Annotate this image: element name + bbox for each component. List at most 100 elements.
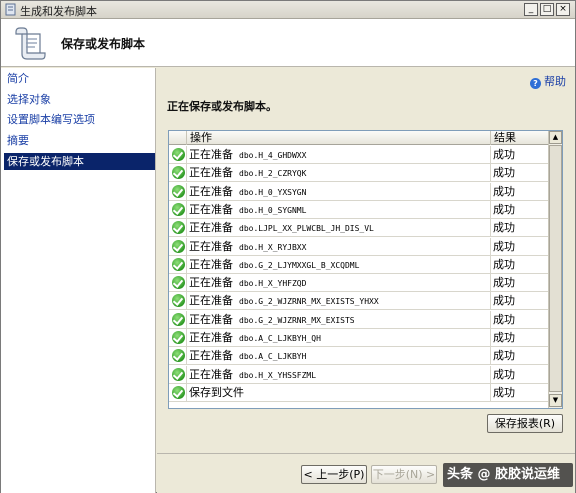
row-status-cell — [169, 310, 187, 329]
row-status-cell — [169, 200, 187, 219]
row-action-cell: 正在准备 dbo.H_X_RYJBXX — [187, 237, 491, 256]
row-action-label: 正在准备 — [189, 221, 233, 235]
row-action-label: 正在准备 — [189, 202, 233, 216]
row-result-cell: 成功 — [491, 255, 549, 274]
script-icon — [5, 3, 16, 16]
row-result-cell: 成功 — [491, 347, 549, 366]
row-object-name: dbo.H_X_YHSSFZML — [239, 370, 317, 380]
row-object-name: dbo.H_2_CZRYQK — [239, 169, 307, 179]
table-row[interactable]: 正在准备 dbo.G_2_WJZRNR_MX_EXISTS 成功 — [169, 310, 549, 329]
table-row[interactable]: 正在准备 dbo.H_X_YHFZQD 成功 — [169, 274, 549, 293]
row-action-cell: 正在准备 dbo.H_2_CZRYQK — [187, 164, 491, 183]
row-result-cell: 成功 — [491, 200, 549, 219]
row-action-cell: 正在准备 dbo.H_X_YHFZQD — [187, 274, 491, 293]
success-check-icon — [172, 276, 185, 290]
success-check-icon — [172, 221, 185, 235]
maximize-button[interactable]: □ — [540, 3, 554, 16]
save-report-button[interactable]: 保存报表(R) — [487, 414, 563, 433]
row-result-cell: 成功 — [491, 164, 549, 183]
dialog-window: 生成和发布脚本 _ □ × 保存或发布脚本 简介 选择对象 设置脚本编写选项 摘… — [0, 0, 576, 493]
row-status-cell — [169, 219, 187, 238]
row-action-label: 正在准备 — [189, 148, 233, 161]
row-action-cell: 正在准备 dbo.G_2_WJZRNR_MX_EXISTS — [187, 310, 491, 329]
row-object-name: dbo.G_2_WJZRNR_MX_EXISTS — [239, 315, 355, 325]
row-result-cell: 成功 — [491, 182, 549, 201]
scroll-up-arrow-icon[interactable]: ▲ — [549, 131, 562, 144]
row-action-label: 正在准备 — [189, 367, 233, 381]
row-result-cell: 成功 — [491, 383, 549, 402]
table-row[interactable]: 正在准备 dbo.A_C_LJKBYH_QH 成功 — [169, 329, 549, 347]
scroll-down-arrow-icon[interactable]: ▼ — [549, 394, 562, 407]
success-check-icon — [172, 166, 185, 180]
row-action-label: 正在准备 — [189, 276, 233, 290]
page-title: 保存或发布脚本 — [61, 37, 146, 51]
minimize-button[interactable]: _ — [524, 3, 538, 16]
row-status-cell — [169, 164, 187, 183]
help-link[interactable]: ? 帮助 — [530, 73, 566, 89]
success-check-icon — [172, 257, 185, 271]
row-action-cell: 正在准备 dbo.H_4_GHDWXX — [187, 146, 491, 164]
close-button[interactable]: × — [556, 3, 570, 16]
table-row[interactable]: 正在准备 dbo.A_C_LJKBYH 成功 — [169, 347, 549, 366]
row-result-cell: 成功 — [491, 329, 549, 347]
success-check-icon — [172, 331, 185, 344]
grid-header: 操作 结果 — [169, 131, 549, 145]
previous-button[interactable]: < 上一步(P) — [301, 465, 367, 484]
row-status-cell — [169, 255, 187, 274]
row-action-cell: 保存到文件 — [187, 383, 491, 402]
row-action-label: 正在准备 — [189, 331, 233, 344]
row-action-label: 正在准备 — [189, 166, 233, 180]
table-row[interactable]: 正在准备 dbo.G_2_LJYMXXGL_B_XCQDML 成功 — [169, 255, 549, 274]
scroll-thumb[interactable] — [549, 145, 562, 392]
next-button[interactable]: 下一步(N) > — [371, 465, 437, 484]
row-action-label: 正在准备 — [189, 312, 233, 326]
watermark: 头条 @ 胶胶说运维 — [443, 463, 573, 487]
sidebar-item-scripting-options[interactable]: 设置脚本编写选项 — [4, 111, 155, 128]
table-row[interactable]: 正在准备 dbo.H_2_CZRYQK 成功 — [169, 164, 549, 183]
column-header-result[interactable]: 结果 — [491, 131, 549, 145]
success-check-icon — [172, 385, 185, 399]
success-check-icon — [172, 202, 185, 216]
row-status-cell — [169, 182, 187, 201]
window-title: 生成和发布脚本 — [20, 5, 97, 18]
row-action-label: 正在准备 — [189, 294, 233, 308]
page-header: 保存或发布脚本 — [1, 19, 575, 67]
grid-scrollbar[interactable]: ▲ ▼ — [548, 131, 562, 408]
row-result-cell: 成功 — [491, 146, 549, 164]
row-status-cell — [169, 237, 187, 256]
sidebar-item-save-publish[interactable]: 保存或发布脚本 — [4, 153, 155, 170]
row-status-cell — [169, 383, 187, 402]
title-bar[interactable]: 生成和发布脚本 _ □ × — [1, 1, 575, 19]
row-result-cell: 成功 — [491, 365, 549, 384]
row-object-name: dbo.H_0_SYGNML — [239, 205, 307, 215]
sidebar-item-choose-objects[interactable]: 选择对象 — [4, 91, 155, 108]
table-row[interactable]: 正在准备 dbo.H_X_RYJBXX 成功 — [169, 237, 549, 256]
row-object-name: dbo.A_C_LJKBYH_QH — [239, 334, 321, 343]
table-row[interactable]: 正在准备 dbo.G_2_WJZRNR_MX_EXISTS_YHXX 成功 — [169, 292, 549, 311]
row-object-name: dbo.G_2_WJZRNR_MX_EXISTS_YHXX — [239, 297, 379, 307]
row-object-name: dbo.H_4_GHDWXX — [239, 151, 307, 160]
sidebar-item-intro[interactable]: 简介 — [4, 70, 155, 87]
row-status-cell — [169, 146, 187, 164]
table-row[interactable]: 正在准备 dbo.H_X_YHSSFZML 成功 — [169, 365, 549, 384]
table-row[interactable]: 正在准备 dbo.LJPL_XX_PLWCBL_JH_DIS_VL 成功 — [169, 219, 549, 238]
column-header-action[interactable]: 操作 — [187, 131, 491, 145]
row-status-cell — [169, 347, 187, 366]
sidebar-item-summary[interactable]: 摘要 — [4, 132, 155, 149]
row-object-name: dbo.G_2_LJYMXXGL_B_XCQDML — [239, 260, 360, 270]
table-row[interactable]: 保存到文件 成功 — [169, 383, 549, 402]
row-result-cell: 成功 — [491, 310, 549, 329]
row-object-name: dbo.A_C_LJKBYH — [239, 352, 307, 362]
success-check-icon — [172, 184, 185, 198]
row-result-cell: 成功 — [491, 292, 549, 311]
row-action-cell: 正在准备 dbo.H_0_YXSYGN — [187, 182, 491, 201]
success-check-icon — [172, 294, 185, 308]
success-check-icon — [172, 239, 185, 253]
table-row[interactable]: 正在准备 dbo.H_0_SYGNML 成功 — [169, 200, 549, 219]
table-row[interactable]: 正在准备 dbo.H_0_YXSYGN 成功 — [169, 182, 549, 201]
table-row[interactable]: 正在准备 dbo.H_4_GHDWXX 成功 — [169, 146, 549, 164]
footer-divider — [157, 453, 575, 454]
success-check-icon — [172, 312, 185, 326]
results-grid[interactable]: 操作 结果 正在准备 dbo.H_4_GHDWXX 成功 正在准备 dbo.H_2_CZ… — [168, 130, 563, 409]
main-panel: ? 帮助 正在保存或发布脚本。 操作 结果 正在准备 dbo.H_4_GHDWXX 成… — [157, 68, 575, 493]
